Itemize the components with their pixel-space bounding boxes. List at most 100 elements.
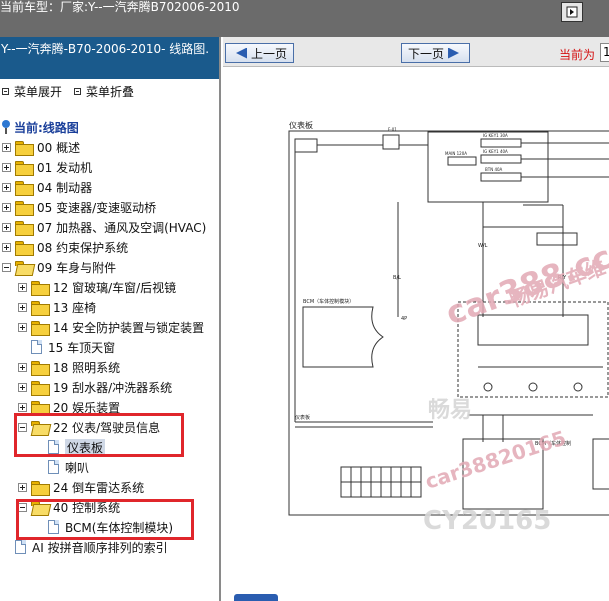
watermark-brand2: 畅易 bbox=[428, 398, 472, 423]
bottom-tab-button[interactable] bbox=[234, 594, 278, 601]
ig-key1-40a-label: IG KEY1 40A bbox=[483, 149, 508, 154]
plus-icon[interactable] bbox=[18, 482, 27, 492]
folder-icon bbox=[31, 400, 50, 416]
tree-item-00[interactable]: 00 概述 bbox=[2, 137, 80, 157]
plus-icon[interactable] bbox=[18, 302, 27, 312]
current-location-label: 当前:线路图 bbox=[14, 120, 79, 135]
menu-expand-button[interactable]: 菜单展开 bbox=[2, 83, 62, 100]
folder-icon bbox=[15, 200, 34, 216]
page-number-input[interactable]: 1 bbox=[600, 43, 609, 62]
wire-wl-label: W/L bbox=[478, 243, 488, 249]
tree-item-label: 04 制动器 bbox=[37, 180, 93, 195]
plus-icon[interactable] bbox=[18, 282, 27, 292]
folder-icon bbox=[31, 480, 50, 496]
folder-icon bbox=[31, 300, 50, 316]
folder-icon bbox=[15, 160, 34, 176]
wire-bl-label: B/L bbox=[393, 275, 401, 281]
document-icon bbox=[48, 460, 59, 474]
folder-icon bbox=[31, 320, 50, 336]
folder-icon bbox=[15, 140, 34, 156]
tree-item-label: 01 发动机 bbox=[37, 160, 93, 175]
folder-icon bbox=[31, 360, 50, 376]
tree-item-04[interactable]: 04 制动器 bbox=[2, 177, 92, 197]
folder-icon bbox=[15, 180, 34, 196]
tree-item-label: 05 变速器/变速驱动桥 bbox=[37, 200, 157, 215]
tree-item-07[interactable]: 07 加热器、通风及空调(HVAC) bbox=[2, 217, 206, 237]
highlight-box bbox=[16, 499, 194, 540]
tree-item-13[interactable]: 13 座椅 bbox=[18, 297, 96, 317]
folder-icon bbox=[15, 220, 34, 236]
expand-icon bbox=[2, 88, 9, 95]
tree-item-12[interactable]: 12 窗玻璃/车窗/后视镜 bbox=[18, 277, 176, 297]
tree-item-label: 15 车顶天窗 bbox=[48, 340, 116, 355]
wiring-diagram: 仪表板 F-01 IG KEY1 30A IG KEY1 40A MAIN 12… bbox=[288, 120, 609, 536]
tree-item-09[interactable]: 09 车身与附件 bbox=[2, 257, 116, 277]
minus-icon[interactable] bbox=[2, 262, 11, 272]
tree-item-label: 09 车身与附件 bbox=[37, 260, 117, 275]
plus-icon[interactable] bbox=[2, 202, 11, 212]
plus-icon[interactable] bbox=[18, 382, 27, 392]
window-title: 当前车型：厂家:Y--一汽奔腾B702006-2010 bbox=[0, 0, 240, 14]
navigate-button[interactable] bbox=[561, 2, 583, 22]
tree-item-label: 喇叭 bbox=[65, 460, 90, 475]
plus-icon[interactable] bbox=[18, 322, 27, 332]
menu-controls: 菜单展开 菜单折叠 bbox=[0, 81, 219, 101]
document-icon bbox=[15, 540, 26, 554]
tree-item-label: 14 安全防护装置与锁定装置 bbox=[53, 320, 205, 335]
tree-item-label: 07 加热器、通风及空调(HVAC) bbox=[37, 220, 207, 235]
navigate-icon bbox=[566, 6, 578, 18]
left-panel-header: Y--一汽奔腾-B70-2006-2010- 线路图. bbox=[0, 37, 219, 79]
tree-item-label: AI 按拼音顺序排列的索引 bbox=[32, 540, 168, 555]
tree-item-label: 24 倒车雷达系统 bbox=[53, 480, 145, 495]
folder-icon bbox=[15, 240, 34, 256]
ig-key1-30a-label: IG KEY1 30A bbox=[483, 133, 508, 138]
page-status: 当前为 bbox=[559, 48, 596, 62]
menu-expand-label: 菜单展开 bbox=[14, 85, 63, 99]
unit-label: 仪表板 bbox=[295, 414, 310, 421]
prev-page-button[interactable]: 上一页 bbox=[225, 43, 295, 63]
folder-icon bbox=[31, 380, 50, 396]
tree-item-label: 18 照明系统 bbox=[53, 360, 121, 375]
page-toolbar: 上一页 下一页 当前为 bbox=[223, 37, 609, 67]
tree-item-label: 19 刮水器/冲洗器系统 bbox=[53, 380, 173, 395]
tree-item-19[interactable]: 19 刮水器/冲洗器系统 bbox=[18, 377, 172, 397]
bcm-label: BCM（车体控制模块） bbox=[303, 298, 354, 305]
plus-icon[interactable] bbox=[2, 222, 11, 232]
tree-item-horn[interactable]: 喇叭 bbox=[35, 457, 89, 477]
tree-item-ai-index[interactable]: AI 按拼音顺序排列的索引 bbox=[2, 537, 168, 557]
document-icon bbox=[31, 340, 42, 354]
tree-item-01[interactable]: 01 发动机 bbox=[2, 157, 92, 177]
tree-item-15[interactable]: 15 车顶天窗 bbox=[18, 337, 115, 357]
watermark-phone: car38820165 bbox=[422, 426, 569, 494]
next-page-button[interactable]: 下一页 bbox=[401, 43, 471, 63]
arrow-right-icon bbox=[448, 47, 460, 59]
folder-icon bbox=[31, 280, 50, 296]
plus-icon[interactable] bbox=[2, 182, 11, 192]
connector-4p-label: 4P bbox=[401, 316, 407, 322]
watermark-cy: CY20165 bbox=[423, 506, 551, 536]
plus-icon[interactable] bbox=[2, 242, 11, 252]
tree-item-18[interactable]: 18 照明系统 bbox=[18, 357, 120, 377]
menu-collapse-button[interactable]: 菜单折叠 bbox=[74, 83, 134, 100]
tree-item-08[interactable]: 08 约束保护系统 bbox=[2, 237, 128, 257]
tree-item-05[interactable]: 05 变速器/变速驱动桥 bbox=[2, 197, 156, 217]
highlight-box bbox=[14, 413, 184, 457]
collapse-icon bbox=[74, 88, 81, 95]
plus-icon[interactable] bbox=[2, 142, 11, 152]
plus-icon[interactable] bbox=[18, 362, 27, 372]
tree-item-24[interactable]: 24 倒车雷达系统 bbox=[18, 477, 144, 497]
tree-item-label: 13 座椅 bbox=[53, 300, 97, 315]
content-panel: 上一页 下一页 当前为 1 仪表板 F-01 IG KEY1 30A IG KE… bbox=[223, 37, 609, 601]
main-120a-label: MAIN 120A bbox=[445, 151, 467, 156]
tree-item-label: 08 约束保护系统 bbox=[37, 240, 129, 255]
top-bar: 当前车型：厂家:Y--一汽奔腾B702006-2010 bbox=[0, 0, 609, 37]
menu-collapse-label: 菜单折叠 bbox=[86, 85, 135, 99]
diagram-title: 仪表板 bbox=[289, 120, 313, 130]
plus-icon[interactable] bbox=[2, 162, 11, 172]
tree-item-14[interactable]: 14 安全防护装置与锁定装置 bbox=[18, 317, 204, 337]
fuse-box bbox=[294, 138, 318, 153]
current-location: 当前:线路图 bbox=[0, 117, 79, 137]
tree-item-label: 00 概述 bbox=[37, 140, 81, 155]
open-folder-icon bbox=[15, 260, 32, 274]
plus-icon[interactable] bbox=[18, 402, 27, 412]
